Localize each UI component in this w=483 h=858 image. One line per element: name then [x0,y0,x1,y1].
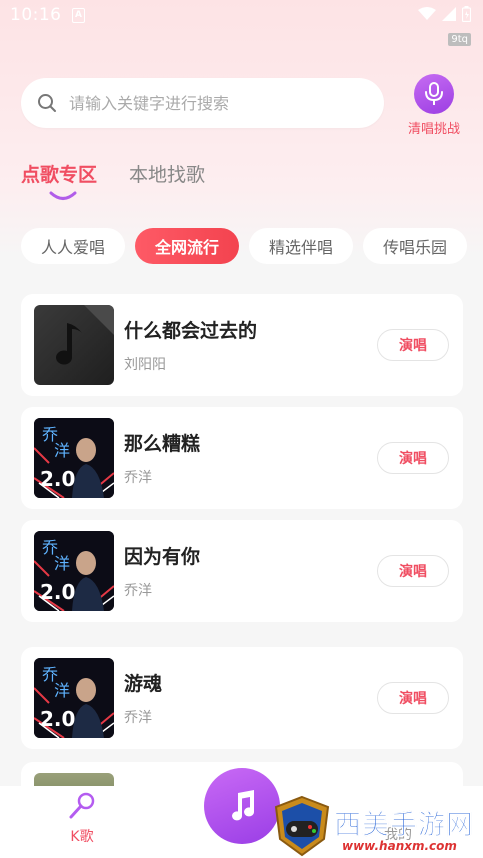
tab-local-search[interactable]: 本地找歌 [129,160,205,187]
song-card[interactable]: 乔 洋 2.0 因为有你 乔洋 演唱 [21,520,463,622]
music-note-icon [56,305,114,365]
tab-active-indicator [49,191,77,200]
search-icon [38,94,56,112]
album-art: 乔 洋 2.0 [34,418,114,498]
tab-bar: 点歌专区 本地找歌 [21,160,205,187]
search-bar[interactable] [21,78,384,128]
chip-featured-accompaniment[interactable]: 精选伴唱 [249,228,354,264]
song-card[interactable]: 乔 洋 2.0 那么糟糕 乔洋 演唱 [21,407,463,509]
status-bar: 10:16 A [0,0,483,34]
challenge-button[interactable]: 清唱挑战 [402,74,466,137]
album-art-text: 2.0 [40,580,75,604]
gamepad-shield-logo [274,795,330,857]
search-input[interactable] [69,93,349,113]
wifi-icon [418,7,436,20]
album-art-text: 2.0 [40,467,75,491]
song-artist: 乔洋 [124,470,152,486]
watermark-url: www.hanxm.com [342,839,457,853]
tab-song-request[interactable]: 点歌专区 [21,160,97,187]
sing-button[interactable]: 演唱 [377,682,449,714]
song-artist: 刘阳阳 [124,357,166,373]
site-watermark: 西美手游网 www.hanxm.com [272,795,483,858]
signal-icon [442,7,456,21]
watermark-title: 西美手游网 [334,810,474,842]
nav-k-song[interactable]: K歌 [62,792,102,846]
song-card[interactable]: 什么都会过去的 刘阳阳 演唱 [21,294,463,396]
song-cover: 乔 洋 2.0 [34,531,114,611]
song-title: 什么都会过去的 [124,320,258,342]
song-title: 游魂 [124,673,163,695]
album-art-text: 2.0 [40,707,75,731]
sing-button[interactable]: 演唱 [377,442,449,474]
song-artist: 乔洋 [124,710,152,726]
mic-button[interactable] [414,74,454,114]
song-card[interactable]: 乔 洋 2.0 游魂 乔洋 演唱 [21,647,463,749]
song-cover: 乔 洋 2.0 [34,418,114,498]
chip-song-paradise[interactable]: 传唱乐园 [363,228,468,264]
album-art: 乔 洋 2.0 [34,658,114,738]
center-music-button[interactable] [204,768,280,844]
sing-button[interactable]: 演唱 [377,329,449,361]
chip-everyone-loves[interactable]: 人人爱唱 [21,228,126,264]
nav-k-label: K歌 [70,829,94,845]
karaoke-mic-icon [69,792,95,819]
song-cover: 乔 洋 2.0 [34,658,114,738]
album-art-text: 洋 [54,681,70,700]
song-artist: 乔洋 [124,583,152,599]
chip-trending[interactable]: 全网流行 [135,228,240,264]
status-time: 10:16 [10,5,62,25]
challenge-label: 清唱挑战 [407,122,460,137]
status-icons [418,6,471,22]
category-chips: 人人爱唱 全网流行 精选伴唱 传唱乐园 [21,228,468,264]
sing-button[interactable]: 演唱 [377,555,449,587]
album-art: 乔 洋 2.0 [34,531,114,611]
album-art-text: 洋 [54,441,70,460]
version-tag: 9tq [448,33,471,46]
album-art-text: 洋 [54,554,70,573]
song-title: 因为有你 [124,546,201,568]
battery-icon [462,6,471,22]
music-note-icon [232,790,254,821]
microphone-icon [425,82,443,105]
notification-icon: A [72,8,85,23]
song-title: 那么糟糕 [124,433,201,455]
song-cover [34,305,114,385]
